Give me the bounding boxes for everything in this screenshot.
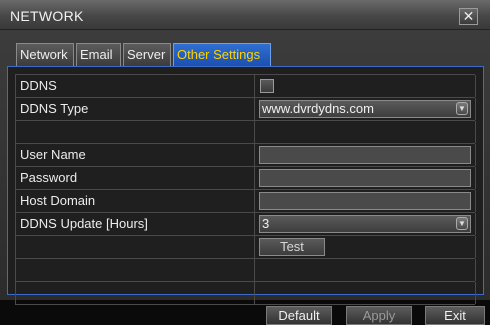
ddns-update-label: DDNS Update [Hours] xyxy=(16,213,255,235)
settings-content: DDNS DDNS Type www.dvrdydns.com ▼ User N… xyxy=(7,66,484,305)
ddns-update-value-cell: 3 ▼ xyxy=(255,213,476,235)
row-ddns-update: DDNS Update [Hours] 3 ▼ xyxy=(16,213,476,236)
user-name-value-cell xyxy=(255,144,476,166)
title-bar: NETWORK ✕ xyxy=(0,0,490,30)
user-name-input[interactable] xyxy=(259,146,471,164)
empty-value-3 xyxy=(255,282,476,304)
empty-label-2 xyxy=(16,259,255,281)
apply-button[interactable]: Apply xyxy=(346,306,412,325)
ddns-type-value: www.dvrdydns.com xyxy=(262,101,374,116)
chevron-down-icon: ▼ xyxy=(456,217,468,230)
ddns-type-label: DDNS Type xyxy=(16,98,255,120)
settings-grid: DDNS DDNS Type www.dvrdydns.com ▼ User N… xyxy=(15,74,476,305)
ddns-type-select[interactable]: www.dvrdydns.com ▼ xyxy=(259,100,471,118)
host-domain-value-cell xyxy=(255,190,476,212)
tab-server[interactable]: Server xyxy=(123,43,171,67)
row-empty-2 xyxy=(16,259,476,282)
row-user-name: User Name xyxy=(16,144,476,167)
host-domain-label: Host Domain xyxy=(16,190,255,212)
ddns-label: DDNS xyxy=(16,75,255,97)
host-domain-input[interactable] xyxy=(259,192,471,210)
exit-button[interactable]: Exit xyxy=(425,306,485,325)
password-input[interactable] xyxy=(259,169,471,187)
password-value-cell xyxy=(255,167,476,189)
tab-network[interactable]: Network xyxy=(16,43,74,67)
default-button[interactable]: Default xyxy=(266,306,332,325)
close-button[interactable]: ✕ xyxy=(459,8,478,25)
row-ddns-type: DDNS Type www.dvrdydns.com ▼ xyxy=(16,98,476,121)
test-value-cell: Test xyxy=(255,236,476,258)
user-name-label: User Name xyxy=(16,144,255,166)
chevron-down-icon: ▼ xyxy=(456,102,468,115)
row-test: Test xyxy=(16,236,476,259)
ddns-type-value-cell: www.dvrdydns.com ▼ xyxy=(255,98,476,120)
empty-value-1 xyxy=(255,121,476,143)
window-title: NETWORK xyxy=(10,8,84,24)
empty-label-test xyxy=(16,236,255,258)
empty-value-2 xyxy=(255,259,476,281)
password-label: Password xyxy=(16,167,255,189)
empty-label-3 xyxy=(16,282,255,304)
settings-panel: Network Email Server Other Settings DDNS… xyxy=(0,30,490,305)
row-empty-3 xyxy=(16,282,476,305)
ddns-value-cell xyxy=(255,75,476,97)
tab-email[interactable]: Email xyxy=(76,43,121,67)
row-host-domain: Host Domain xyxy=(16,190,476,213)
row-ddns: DDNS xyxy=(16,75,476,98)
ddns-checkbox[interactable] xyxy=(260,79,274,93)
ddns-update-select[interactable]: 3 ▼ xyxy=(259,215,471,233)
ddns-update-value: 3 xyxy=(262,216,270,231)
test-button[interactable]: Test xyxy=(259,238,325,256)
empty-label-1 xyxy=(16,121,255,143)
tab-other-settings[interactable]: Other Settings xyxy=(173,43,271,67)
row-password: Password xyxy=(16,167,476,190)
row-empty-1 xyxy=(16,121,476,144)
close-icon: ✕ xyxy=(462,8,475,24)
